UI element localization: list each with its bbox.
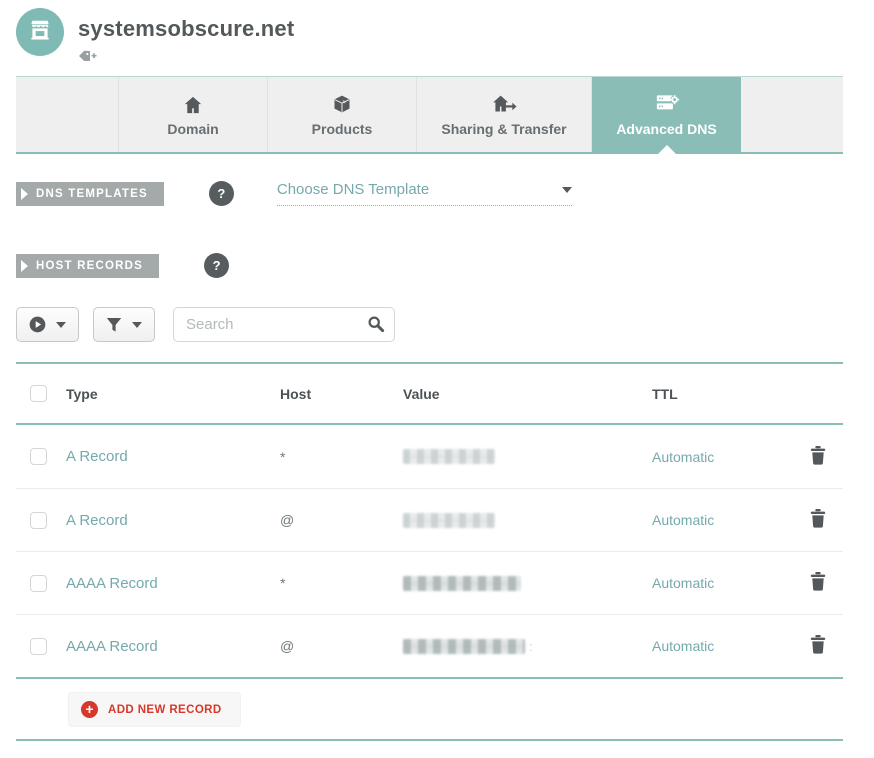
host-records-table: Type Host Value TTL A Record * Automatic — [16, 362, 843, 741]
page-header: systemsobscure.net — [16, 0, 843, 68]
dns-templates-help-icon[interactable]: ? — [209, 181, 234, 206]
delete-record-button[interactable] — [808, 444, 843, 470]
dns-templates-section: DNS TEMPLATES ? Choose DNS Template — [16, 181, 843, 206]
search-box — [173, 307, 395, 342]
bulk-actions-dropdown-button[interactable] — [16, 307, 79, 342]
add-tag-icon[interactable] — [78, 49, 97, 68]
tab-label: Products — [312, 121, 373, 137]
filter-funnel-icon — [106, 317, 122, 333]
tab-domain[interactable]: Domain — [118, 77, 267, 152]
column-header-host: Host — [280, 386, 403, 402]
table-header-row: Type Host Value TTL — [16, 364, 843, 425]
table-row: A Record @ Automatic — [16, 488, 843, 551]
record-value-redacted[interactable] — [403, 513, 652, 528]
record-value-redacted[interactable] — [403, 576, 652, 591]
chevron-down-icon — [132, 322, 142, 328]
play-circle-icon — [29, 316, 46, 333]
table-row: A Record * Automatic — [16, 425, 843, 488]
row-checkbox[interactable] — [30, 575, 47, 592]
records-toolbar — [16, 307, 843, 342]
row-checkbox[interactable] — [30, 638, 47, 655]
redacted-value-block — [403, 449, 495, 464]
record-value-redacted[interactable] — [403, 449, 652, 464]
record-type[interactable]: AAAA Record — [66, 638, 280, 655]
column-header-value: Value — [403, 386, 652, 402]
home-icon — [183, 92, 203, 114]
dns-template-dropdown[interactable]: Choose DNS Template — [277, 181, 572, 206]
domain-avatar — [16, 8, 64, 56]
table-row: AAAA Record * Automatic — [16, 551, 843, 614]
record-type[interactable]: AAAA Record — [66, 575, 280, 592]
redacted-value-block — [403, 576, 521, 591]
box-icon — [332, 92, 352, 114]
record-host[interactable]: @ — [280, 512, 403, 528]
tab-label: Advanced DNS — [616, 121, 716, 137]
trash-icon — [810, 446, 826, 468]
row-checkbox[interactable] — [30, 448, 47, 465]
record-ttl[interactable]: Automatic — [652, 575, 808, 591]
add-new-record-label: ADD NEW RECORD — [108, 704, 222, 716]
search-icon[interactable] — [367, 315, 385, 338]
select-all-checkbox[interactable] — [30, 385, 47, 402]
record-ttl[interactable]: Automatic — [652, 449, 808, 465]
delete-record-button[interactable] — [808, 507, 843, 533]
record-type[interactable]: A Record — [66, 448, 280, 465]
trash-icon — [810, 509, 826, 531]
record-host[interactable]: * — [280, 575, 403, 591]
table-row: AAAA Record @ : Automatic — [16, 614, 843, 677]
page-title: systemsobscure.net — [78, 16, 294, 42]
home-arrow-icon — [491, 92, 517, 114]
tab-advanced-dns[interactable]: Advanced DNS — [591, 77, 741, 152]
trash-icon — [810, 635, 826, 657]
column-header-ttl: TTL — [652, 386, 808, 402]
redacted-value-block — [403, 639, 525, 654]
domain-management-page: systemsobscure.net — [0, 0, 874, 758]
host-records-help-icon[interactable]: ? — [204, 253, 229, 278]
dns-templates-badge: DNS TEMPLATES — [16, 182, 164, 206]
tab-sharing-transfer[interactable]: Sharing & Transfer — [416, 77, 591, 152]
server-gear-icon — [654, 92, 680, 114]
dns-template-dropdown-label: Choose DNS Template — [277, 181, 429, 198]
filter-dropdown-button[interactable] — [93, 307, 155, 342]
tab-filler-right — [741, 77, 843, 152]
chevron-down-icon — [562, 187, 572, 193]
tab-label: Sharing & Transfer — [441, 121, 566, 137]
chevron-down-icon — [56, 322, 66, 328]
host-records-badge: HOST RECORDS — [16, 254, 159, 278]
record-type[interactable]: A Record — [66, 512, 280, 529]
add-new-record-button[interactable]: + ADD NEW RECORD — [68, 692, 241, 727]
record-ttl[interactable]: Automatic — [652, 638, 808, 654]
row-checkbox[interactable] — [30, 512, 47, 529]
tab-label: Domain — [167, 121, 218, 137]
trash-icon — [810, 572, 826, 594]
add-record-row: + ADD NEW RECORD — [16, 677, 843, 741]
plus-icon: + — [81, 701, 98, 718]
delete-record-button[interactable] — [808, 570, 843, 596]
redacted-value-block — [403, 513, 495, 528]
tab-filler-left — [16, 77, 118, 152]
record-host[interactable]: @ — [280, 638, 403, 654]
delete-record-button[interactable] — [808, 633, 843, 659]
storefront-icon — [27, 17, 53, 48]
search-input[interactable] — [173, 307, 395, 342]
redacted-value-suffix: : — [529, 639, 533, 654]
host-records-section: HOST RECORDS ? — [16, 253, 843, 278]
record-value-redacted[interactable]: : — [403, 639, 652, 654]
record-host[interactable]: * — [280, 449, 403, 465]
record-ttl[interactable]: Automatic — [652, 512, 808, 528]
tab-bar: Domain Products — [16, 76, 843, 154]
column-header-type: Type — [66, 386, 280, 402]
tab-products[interactable]: Products — [267, 77, 416, 152]
